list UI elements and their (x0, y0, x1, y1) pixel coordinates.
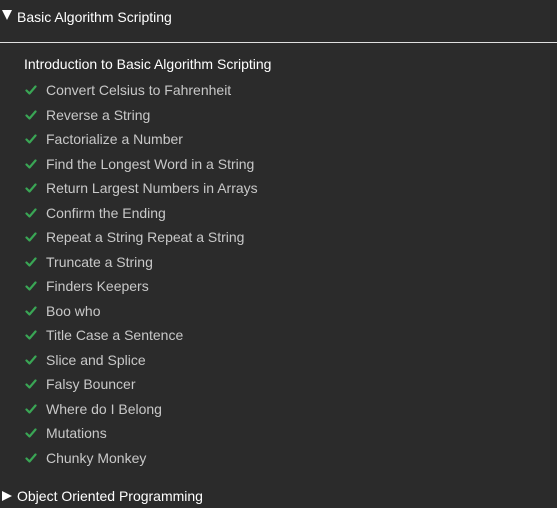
section-header-object-oriented-programming[interactable]: Object Oriented Programming (0, 484, 557, 508)
challenge-item[interactable]: Return Largest Numbers in Arrays (24, 176, 258, 201)
challenge-label: Confirm the Ending (46, 204, 166, 221)
challenge-label: Find the Longest Word in a String (46, 155, 255, 172)
check-icon (24, 181, 38, 195)
challenge-label: Chunky Monkey (46, 449, 147, 466)
check-icon (24, 206, 38, 220)
check-icon (24, 255, 38, 269)
caret-right-icon (2, 491, 12, 501)
challenge-item[interactable]: Convert Celsius to Fahrenheit (24, 78, 258, 103)
challenge-item[interactable]: Mutations (24, 421, 258, 446)
check-icon (24, 451, 38, 465)
challenge-label: Falsy Bouncer (46, 376, 136, 393)
divider (0, 42, 557, 43)
challenge-label: Finders Keepers (46, 278, 149, 295)
challenge-item[interactable]: Truncate a String (24, 250, 258, 275)
challenge-item[interactable]: Title Case a Sentence (24, 323, 258, 348)
challenge-item[interactable]: Falsy Bouncer (24, 372, 258, 397)
challenge-item[interactable]: Find the Longest Word in a String (24, 152, 258, 177)
check-icon (24, 377, 38, 391)
check-icon (24, 108, 38, 122)
challenge-label: Reverse a String (46, 106, 151, 123)
check-icon (24, 304, 38, 318)
challenge-item[interactable]: Factorialize a Number (24, 127, 258, 152)
challenge-label: Factorialize a Number (46, 131, 183, 148)
challenge-label: Where do I Belong (46, 400, 162, 417)
challenge-item[interactable]: Where do I Belong (24, 397, 258, 422)
challenge-item[interactable]: Boo who (24, 299, 258, 324)
check-icon (24, 402, 38, 416)
check-icon (24, 426, 38, 440)
check-icon (24, 353, 38, 367)
challenge-label: Title Case a Sentence (46, 327, 184, 344)
section-header-basic-algorithm-scripting[interactable]: Basic Algorithm Scripting (0, 5, 557, 29)
challenge-item[interactable]: Chunky Monkey (24, 446, 258, 471)
check-icon (24, 328, 38, 342)
challenge-label: Repeat a String Repeat a String (46, 229, 245, 246)
check-icon (24, 83, 38, 97)
challenge-list: Convert Celsius to Fahrenheit Reverse a … (24, 78, 258, 470)
check-icon (24, 157, 38, 171)
challenge-item[interactable]: Reverse a String (24, 103, 258, 128)
subsection-title[interactable]: Introduction to Basic Algorithm Scriptin… (24, 56, 271, 72)
challenge-label: Truncate a String (46, 253, 153, 270)
challenge-item[interactable]: Finders Keepers (24, 274, 258, 299)
challenge-item[interactable]: Slice and Splice (24, 348, 258, 373)
challenge-item[interactable]: Repeat a String Repeat a String (24, 225, 258, 250)
challenge-item[interactable]: Confirm the Ending (24, 201, 258, 226)
check-icon (24, 230, 38, 244)
challenge-label: Convert Celsius to Fahrenheit (46, 82, 232, 99)
section-title: Basic Algorithm Scripting (17, 9, 172, 25)
check-icon (24, 279, 38, 293)
challenge-label: Mutations (46, 425, 107, 442)
challenge-label: Boo who (46, 302, 101, 319)
challenge-label: Slice and Splice (46, 351, 146, 368)
section-title: Object Oriented Programming (17, 488, 203, 504)
check-icon (24, 132, 38, 146)
caret-down-icon (2, 10, 12, 20)
challenge-label: Return Largest Numbers in Arrays (46, 180, 258, 197)
